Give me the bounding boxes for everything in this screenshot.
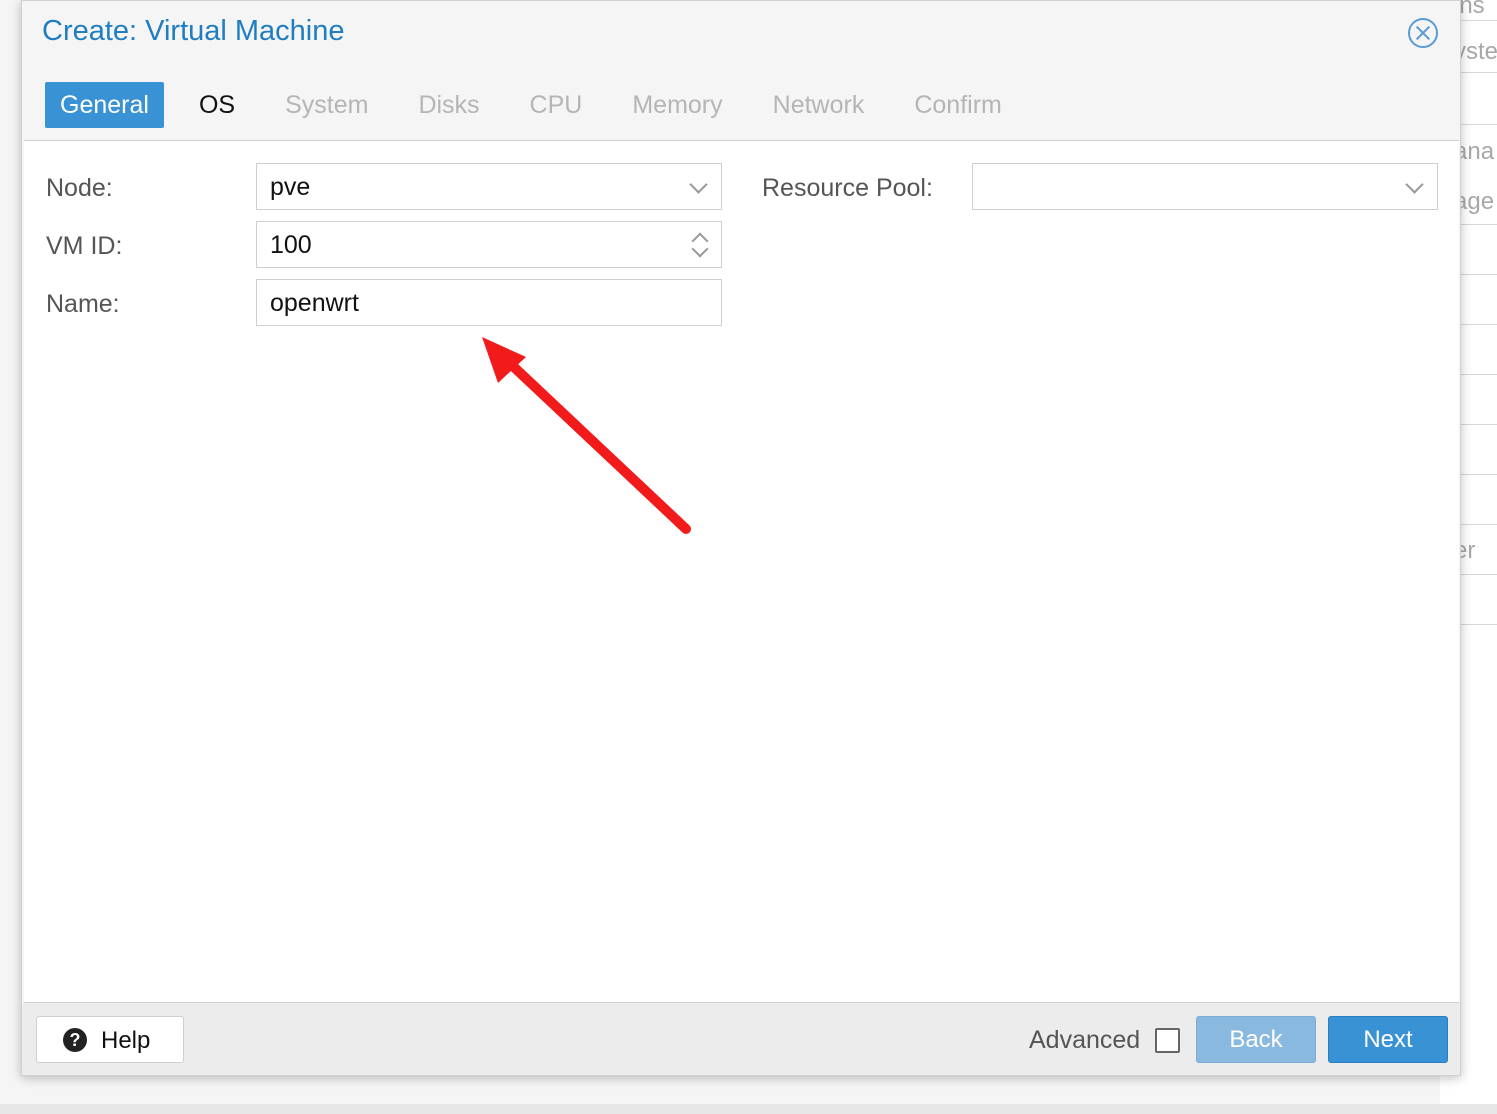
chevron-down-icon[interactable]	[689, 175, 708, 194]
background-divider	[1460, 374, 1497, 375]
next-button[interactable]: Next	[1328, 1016, 1448, 1063]
background-divider	[1460, 224, 1497, 225]
background-bottom-strip	[0, 1104, 1497, 1114]
background-divider	[1460, 324, 1497, 325]
chevron-down-icon[interactable]	[1405, 175, 1424, 194]
background-divider	[1460, 424, 1497, 425]
node-label: Node:	[46, 174, 113, 202]
background-divider	[1460, 474, 1497, 475]
help-button-label: Help	[101, 1027, 151, 1054]
background-divider	[1460, 624, 1497, 625]
resource-pool-label: Resource Pool:	[762, 174, 933, 202]
general-form-panel: Node: pve Resource Pool: VM ID: 100 Name…	[24, 140, 1459, 1003]
annotation-arrow	[482, 337, 691, 534]
dialog-footer: ? Help Advanced Back Next	[22, 1003, 1460, 1075]
name-value: openwrt	[270, 289, 359, 317]
background-divider	[1460, 574, 1497, 575]
node-select[interactable]: pve	[256, 163, 722, 210]
vmid-value: 100	[270, 231, 312, 259]
close-icon[interactable]	[1408, 18, 1438, 48]
wizard-tabs: General OS System Disks CPU Memory Netwo…	[45, 82, 1037, 128]
dialog-title: Create: Virtual Machine	[42, 15, 345, 47]
name-label: Name:	[46, 290, 120, 318]
question-circle-icon: ?	[63, 1028, 87, 1052]
advanced-label: Advanced	[1029, 1026, 1141, 1054]
create-vm-dialog: Create: Virtual Machine General OS Syste…	[21, 0, 1461, 1076]
node-value: pve	[270, 173, 311, 201]
resource-pool-select[interactable]	[972, 163, 1438, 210]
tab-confirm[interactable]: Confirm	[899, 82, 1017, 128]
background-divider	[1460, 524, 1497, 525]
advanced-checkbox[interactable]	[1155, 1028, 1180, 1053]
vmid-field[interactable]: 100	[256, 221, 722, 268]
background-divider	[1460, 72, 1497, 73]
background-divider	[1460, 124, 1497, 125]
name-field[interactable]: openwrt	[256, 279, 722, 326]
tab-os[interactable]: OS	[184, 82, 250, 128]
tab-system[interactable]: System	[270, 82, 383, 128]
back-button[interactable]: Back	[1196, 1016, 1316, 1063]
tab-disks[interactable]: Disks	[403, 82, 494, 128]
background-divider	[1460, 20, 1497, 21]
background-divider	[1460, 274, 1497, 275]
annotation-arrow-shaft	[494, 348, 691, 534]
tab-general[interactable]: General	[45, 82, 164, 128]
help-button[interactable]: ? Help	[36, 1016, 184, 1063]
tab-network[interactable]: Network	[758, 82, 880, 128]
up-down-spinner-icon[interactable]	[691, 229, 709, 261]
vmid-label: VM ID:	[46, 232, 123, 260]
tab-memory[interactable]: Memory	[617, 82, 737, 128]
tab-cpu[interactable]: CPU	[515, 82, 598, 128]
